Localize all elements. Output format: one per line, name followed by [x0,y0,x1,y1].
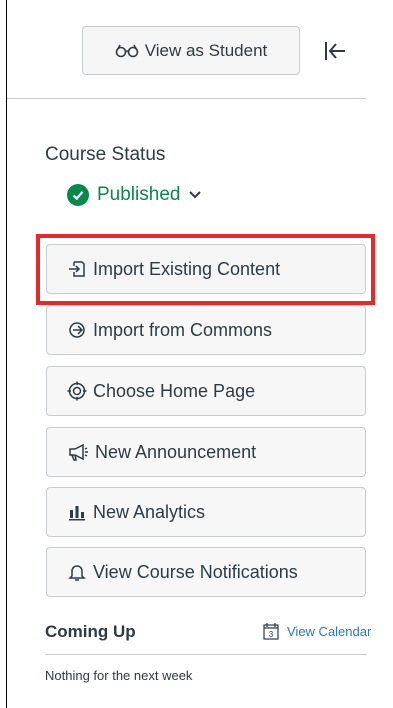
import-existing-content-label: Import Existing Content [93,258,281,279]
check-circle-icon [67,184,89,206]
announcement-icon [69,443,88,461]
header-divider [7,98,366,99]
new-analytics-label: New Analytics [93,501,206,522]
view-course-notifications-button[interactable]: View Course Notifications [46,547,366,597]
view-course-notifications-label: View Course Notifications [93,561,298,582]
view-calendar-label: View Calendar [287,623,372,639]
course-status-heading: Course Status [45,144,166,165]
coming-up-divider [45,654,367,655]
calendar-icon-day: 3 [269,630,274,639]
import-existing-content-button[interactable]: Import Existing Content [46,244,366,294]
choose-home-page-button[interactable]: Choose Home Page [46,366,366,416]
collapse-sidebar-button[interactable] [320,36,350,66]
left-frame-border [6,0,7,708]
import-from-commons-label: Import from Commons [93,319,273,340]
glasses-icon [115,44,139,57]
analytics-icon [69,506,85,521]
publish-status-label: Published [97,184,181,205]
calendar-icon: 3 [263,623,279,640]
new-announcement-button[interactable]: New Announcement [46,427,366,477]
import-icon [69,261,85,277]
target-icon [67,381,87,401]
new-announcement-label: New Announcement [95,441,257,462]
bell-icon [68,565,86,581]
view-as-student-label: View as Student [144,40,268,60]
choose-home-page-label: Choose Home Page [93,380,256,401]
empty-upcoming-message: Nothing for the next week [45,668,193,683]
commons-icon [69,322,85,338]
import-from-commons-button[interactable]: Import from Commons [46,305,366,355]
view-calendar-link[interactable]: 3 View Calendar [263,622,371,640]
collapse-left-icon [325,42,345,60]
publish-status-dropdown[interactable]: Published [67,184,202,206]
chevron-down-icon [189,191,202,199]
new-analytics-button[interactable]: New Analytics [46,487,366,537]
view-as-student-button[interactable]: View as Student [82,26,300,75]
coming-up-heading: Coming Up [45,622,136,641]
